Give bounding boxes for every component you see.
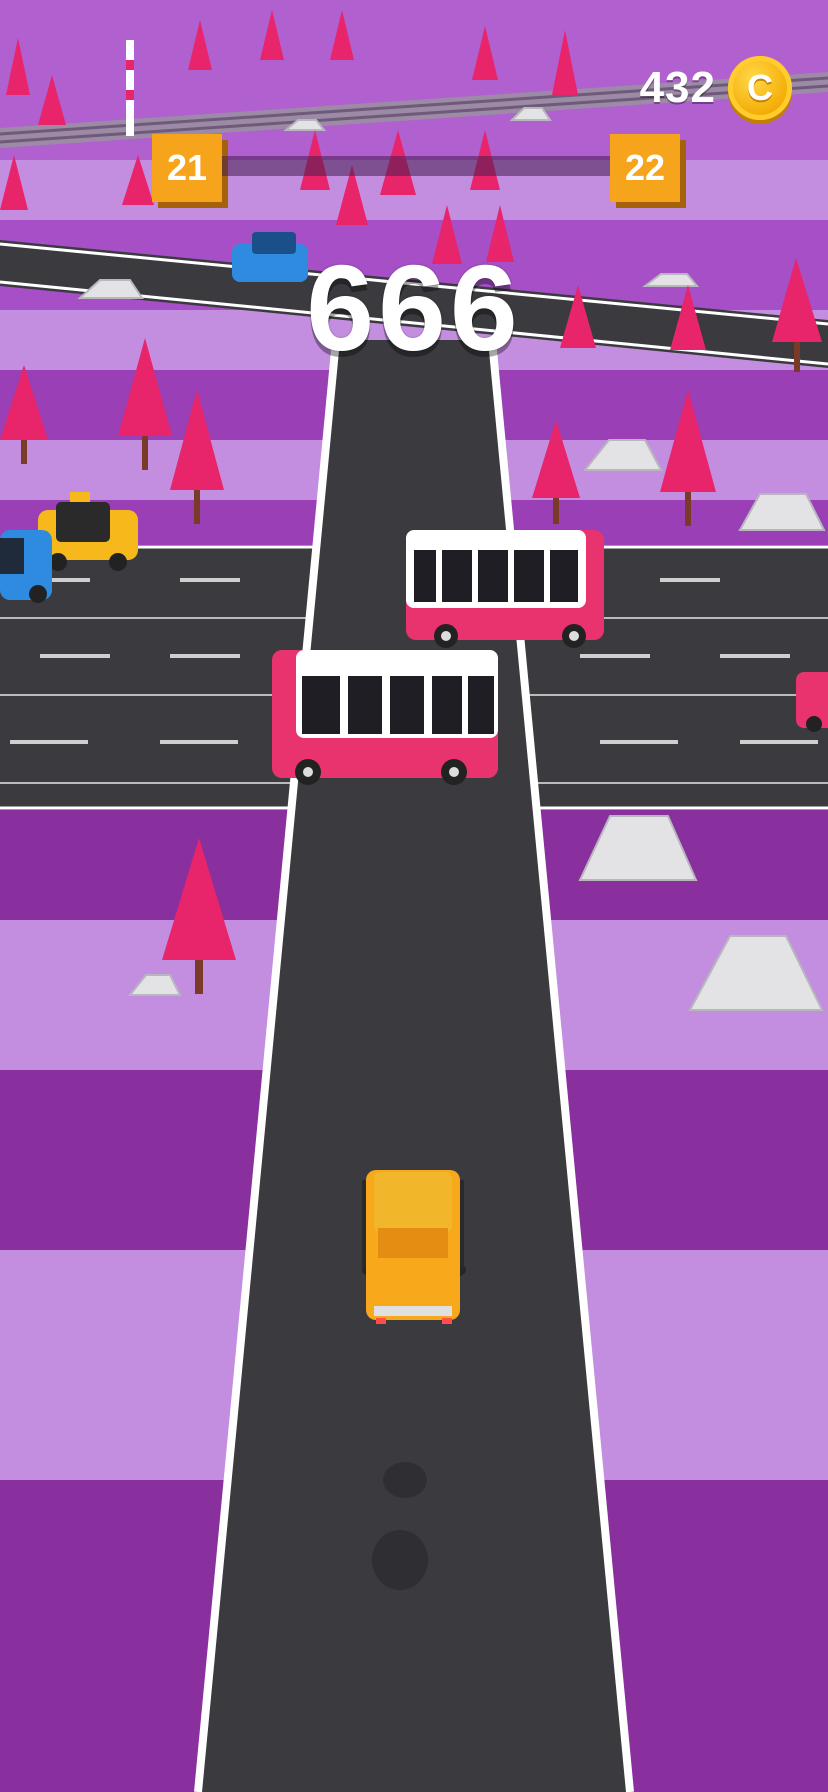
pink-car-right xyxy=(796,672,828,732)
coin-counter: 432 C xyxy=(640,56,792,120)
next-level-badge: 22 xyxy=(610,134,680,202)
level-progress-bar xyxy=(222,156,610,176)
current-level-badge: 21 xyxy=(152,134,222,202)
coin-count: 432 xyxy=(639,63,716,112)
blue-car-left xyxy=(0,530,52,603)
score-counter: 666 xyxy=(306,240,522,376)
coin-icon: C xyxy=(728,56,792,120)
bus-lower xyxy=(272,650,498,785)
bus-upper xyxy=(406,530,604,648)
player-car[interactable] xyxy=(362,1170,466,1324)
